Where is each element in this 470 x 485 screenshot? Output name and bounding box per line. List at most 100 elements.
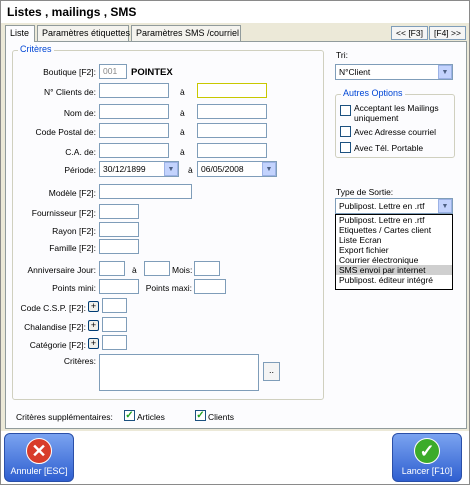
criteres-browse-button[interactable]: .. xyxy=(263,362,280,381)
sortie-label: Type de Sortie: xyxy=(336,187,394,197)
a-label: à xyxy=(180,147,185,157)
cancel-label: Annuler [ESC] xyxy=(10,466,68,476)
periode-to-select[interactable]: 06/05/2008 ▼ xyxy=(197,161,277,177)
clients-checkbox[interactable]: ✓ xyxy=(195,410,206,421)
ca-label: C.A. de: xyxy=(65,147,96,157)
nom-label: Nom de: xyxy=(63,108,96,118)
chalandise-plus-button[interactable]: + xyxy=(88,320,99,331)
sortie-value: Publipost. Lettre en .rtf xyxy=(339,201,425,211)
criteres-legend: Critères xyxy=(18,44,54,54)
courriel-label: Avec Adresse courriel xyxy=(354,127,437,137)
periode-label: Période: xyxy=(64,165,96,175)
periode-from-select[interactable]: 30/12/1899 ▼ xyxy=(99,161,179,177)
cp-label: Code Postal de: xyxy=(35,127,96,137)
csp-field[interactable] xyxy=(102,298,127,313)
sortie-option[interactable]: Liste Ecran xyxy=(336,235,452,245)
portable-checkbox[interactable] xyxy=(340,142,351,153)
launch-button[interactable]: ✓ Lancer [F10] xyxy=(392,433,462,482)
fournisseur-field[interactable] xyxy=(99,204,139,219)
periode-from-value: 30/12/1899 xyxy=(103,164,146,174)
tri-label: Tri: xyxy=(336,50,348,60)
autres-options-legend: Autres Options xyxy=(341,88,405,98)
boutique-code-field[interactable]: 001 xyxy=(99,64,127,79)
fournisseur-label: Fournisseur [F2]: xyxy=(31,208,96,218)
articles-checkbox[interactable]: ✓ xyxy=(124,410,135,421)
sortie-option[interactable]: Publipost. Lettre en .rtf xyxy=(336,215,452,225)
csp-label: Code C.S.P. [F2]: xyxy=(20,303,86,313)
tri-value: N°Client xyxy=(339,67,371,77)
chevron-down-icon: ▼ xyxy=(262,162,276,176)
anniversaire-jour-to-field[interactable] xyxy=(144,261,170,276)
window-title: Listes , mailings , SMS xyxy=(1,1,469,23)
prev-button[interactable]: << [F3] xyxy=(391,26,428,40)
bottom-bar: ✕ Annuler [ESC] ✓ Lancer [F10] xyxy=(1,431,469,484)
nclients-from-field[interactable] xyxy=(99,83,169,98)
portable-label: Avec Tél. Portable xyxy=(354,143,424,153)
rayon-label: Rayon [F2]: xyxy=(52,226,96,236)
points-mini-label: Points mini: xyxy=(52,283,96,293)
tab-parametres-etiquettes[interactable]: Paramètres étiquettes xyxy=(37,25,130,41)
dialog-window: Listes , mailings , SMS Liste Paramètres… xyxy=(0,0,470,485)
ca-from-field[interactable] xyxy=(99,143,169,158)
mailings-label: Acceptant les Mailings uniquement xyxy=(354,103,439,123)
chevron-down-icon: ▼ xyxy=(438,65,452,79)
ca-to-field[interactable] xyxy=(197,143,267,158)
chevron-down-icon: ▼ xyxy=(438,199,452,213)
checkmark-icon: ✓ xyxy=(414,438,440,464)
tri-select[interactable]: N°Client ▼ xyxy=(335,64,453,80)
sortie-option[interactable]: Etiquettes / Cartes client xyxy=(336,225,452,235)
boutique-label: Boutique [F2]: xyxy=(43,67,96,77)
nom-from-field[interactable] xyxy=(99,104,169,119)
criteres-textarea[interactable] xyxy=(99,354,259,391)
csp-plus-button[interactable]: + xyxy=(88,301,99,312)
nclients-to-field[interactable] xyxy=(197,83,267,98)
points-maxi-field[interactable] xyxy=(194,279,226,294)
chalandise-field[interactable] xyxy=(102,317,127,332)
nclients-label: N° Clients de: xyxy=(43,87,96,97)
sortie-dropdown-list[interactable]: Publipost. Lettre en .rtf Etiquettes / C… xyxy=(335,214,453,290)
categorie-plus-button[interactable]: + xyxy=(88,338,99,349)
criteres-text-label: Critères: xyxy=(63,356,96,366)
chalandise-label: Chalandise [F2]: xyxy=(24,322,86,332)
mois-field[interactable] xyxy=(194,261,220,276)
a-label: à xyxy=(132,265,137,275)
nom-to-field[interactable] xyxy=(197,104,267,119)
launch-label: Lancer [F10] xyxy=(401,466,453,476)
periode-to-value: 06/05/2008 xyxy=(201,164,244,174)
mailings-checkbox[interactable] xyxy=(340,105,351,116)
a-label: à xyxy=(180,108,185,118)
articles-label: Articles xyxy=(137,412,165,422)
sortie-option-selected[interactable]: SMS envoi par internet xyxy=(336,265,452,275)
rayon-field[interactable] xyxy=(99,222,139,237)
tab-parametres-sms[interactable]: Paramètres SMS /courriel xyxy=(131,25,241,41)
liste-panel: Critères Boutique [F2]: 001 POINTEX N° C… xyxy=(5,41,467,429)
a-label: à xyxy=(188,165,193,175)
famille-field[interactable] xyxy=(99,239,139,254)
a-label: à xyxy=(180,127,185,137)
points-mini-field[interactable] xyxy=(99,279,139,294)
clients-label: Clients xyxy=(208,412,234,422)
modele-label: Modèle [F2]: xyxy=(48,188,96,198)
a-label: à xyxy=(180,87,185,97)
cancel-button[interactable]: ✕ Annuler [ESC] xyxy=(4,433,74,482)
tab-liste[interactable]: Liste xyxy=(5,25,35,42)
supp-label: Critères supplémentaires: xyxy=(16,412,113,422)
mois-label: Mois: xyxy=(172,265,193,275)
cp-from-field[interactable] xyxy=(99,123,169,138)
points-maxi-label: Points maxi: xyxy=(145,283,192,293)
anniversaire-label: Anniversaire Jour: xyxy=(27,265,96,275)
courriel-checkbox[interactable] xyxy=(340,126,351,137)
sortie-select[interactable]: Publipost. Lettre en .rtf ▼ xyxy=(335,198,453,214)
famille-label: Famille [F2]: xyxy=(49,243,96,253)
cp-to-field[interactable] xyxy=(197,123,267,138)
chevron-down-icon: ▼ xyxy=(164,162,178,176)
anniversaire-jour-field[interactable] xyxy=(99,261,125,276)
categorie-field[interactable] xyxy=(102,335,127,350)
sortie-option[interactable]: Export fichier xyxy=(336,245,452,255)
sortie-option[interactable]: Publipost. éditeur intégré xyxy=(336,275,452,285)
sortie-option[interactable]: Courrier électronique xyxy=(336,255,452,265)
categorie-label: Catégorie [F2]: xyxy=(29,340,86,350)
next-button[interactable]: [F4] >> xyxy=(429,26,466,40)
cancel-icon: ✕ xyxy=(26,438,52,464)
modele-field[interactable] xyxy=(99,184,192,199)
